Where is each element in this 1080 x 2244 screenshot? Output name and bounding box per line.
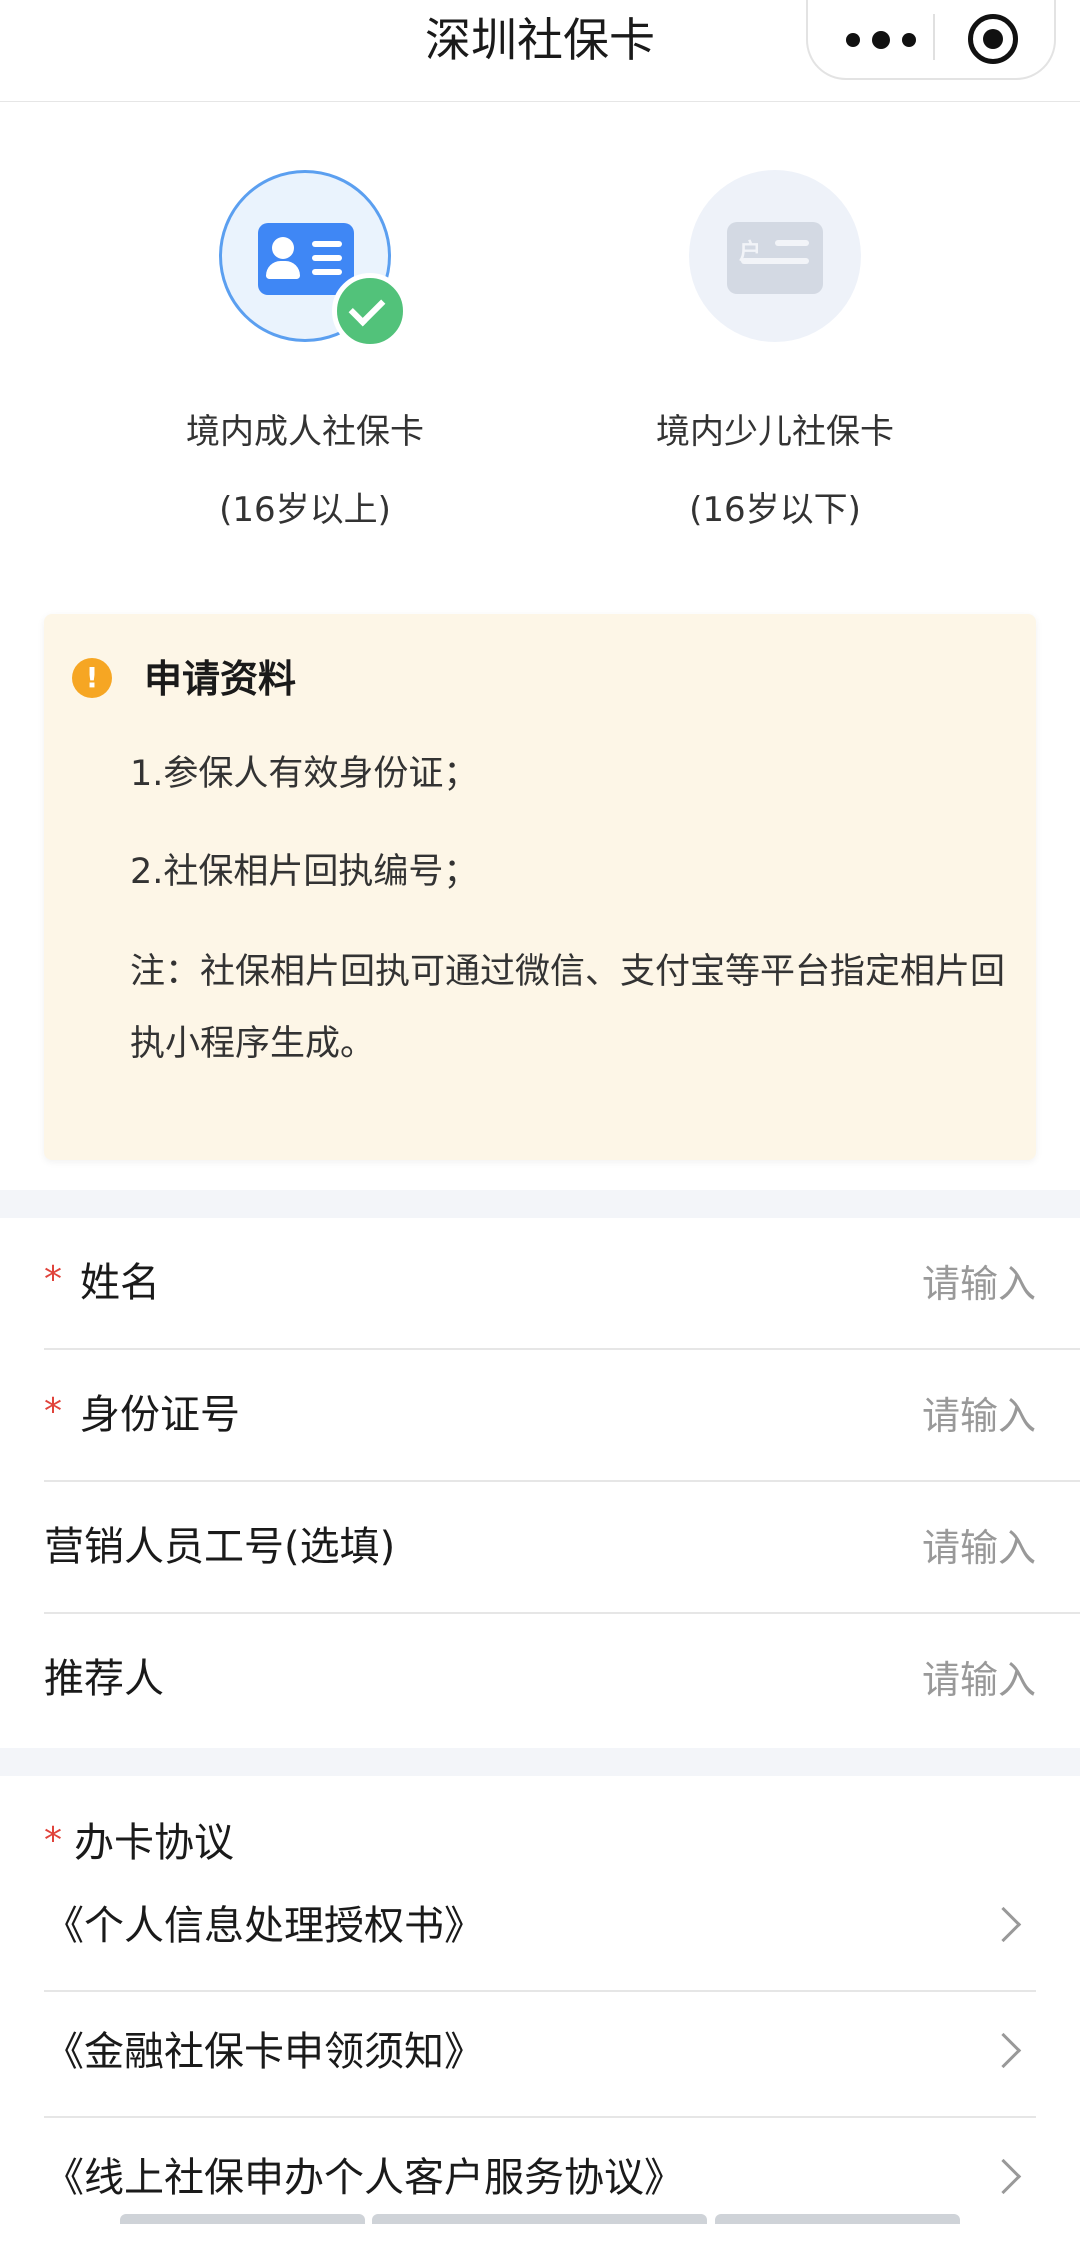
form-row-name: * 姓名 [44, 1218, 1080, 1350]
marketing-staff-id-input[interactable] [676, 1520, 1036, 1576]
chevron-right-icon [985, 1906, 1022, 1943]
section-separator [0, 1748, 1080, 1776]
notice-item: 1.参保人有效身份证； [130, 754, 479, 794]
field-label: 推荐人 [44, 1656, 164, 1702]
agreement-item[interactable]: 《个人信息处理授权书》 [44, 1866, 1036, 1992]
agreement-item[interactable]: 《金融社保卡申领须知》 [44, 1992, 1036, 2118]
required-marker: * [44, 1820, 62, 1861]
agreement-item[interactable]: 《线上社保申办个人客户服务协议》 [44, 2118, 1036, 2244]
top-bar: 深圳社保卡 [0, 0, 1080, 102]
bottom-bar-edge [715, 2214, 960, 2224]
form-row-id-number: * 身份证号 [44, 1350, 1080, 1482]
notice-item: 2.社保相片回执编号； [130, 852, 479, 892]
field-label: 营销人员工号(选填) [44, 1524, 396, 1570]
agreement-link[interactable]: 《线上社保申办个人客户服务协议》 [44, 2150, 684, 2206]
adult-card-icon [219, 170, 408, 349]
bottom-bar-edge [120, 2214, 365, 2224]
form-row-marketing-id: 营销人员工号(选填) [44, 1482, 1080, 1614]
card-option-adult[interactable]: 境内成人社保卡 (16岁以上) [105, 170, 505, 532]
capsule-divider [933, 14, 935, 60]
chevron-right-icon [985, 2158, 1022, 2195]
agreement-link[interactable]: 《个人信息处理授权书》 [44, 1898, 484, 1954]
chevron-right-icon [985, 2032, 1022, 2069]
bottom-bar-edge [372, 2214, 707, 2224]
application-materials-notice: ! 申请资料 1.参保人有效身份证； 2.社保相片回执编号； 注：社保相片回执可… [44, 614, 1036, 1160]
field-label: 姓名 [80, 1260, 160, 1306]
referrer-input[interactable] [676, 1652, 1036, 1708]
notice-heading: 申请资料 [144, 657, 297, 701]
close-miniprogram-icon[interactable] [968, 14, 1018, 64]
household-card-icon: 户 [727, 222, 823, 294]
card-option-age: (16岁以上) [219, 490, 391, 530]
form-row-referrer: 推荐人 [44, 1614, 1080, 1746]
warning-icon: ! [72, 658, 112, 698]
card-option-label: 境内少儿社保卡 [656, 412, 894, 452]
agreement-link[interactable]: 《金融社保卡申领须知》 [44, 2024, 484, 2080]
field-label: 身份证号 [80, 1392, 240, 1438]
card-option-label: 境内成人社保卡 [186, 412, 424, 452]
agreements-label: 办卡协议 [74, 1820, 234, 1866]
child-card-icon: 户 [689, 170, 861, 342]
card-option-age: (16岁以下) [689, 490, 861, 530]
id-number-input[interactable] [676, 1388, 1036, 1444]
miniprogram-capsule [806, 0, 1056, 80]
required-marker: * [44, 1259, 62, 1300]
section-separator [0, 1190, 1080, 1218]
notice-note: 注：社保相片回执可通过微信、支付宝等平台指定相片回执小程序生成。 [130, 952, 1006, 1064]
name-input[interactable] [676, 1256, 1036, 1312]
card-option-child[interactable]: 户 境内少儿社保卡 (16岁以下) [575, 170, 975, 532]
more-options-icon[interactable] [846, 22, 916, 58]
required-marker: * [44, 1391, 62, 1432]
id-card-icon [258, 223, 354, 295]
selected-check-icon [332, 273, 408, 349]
